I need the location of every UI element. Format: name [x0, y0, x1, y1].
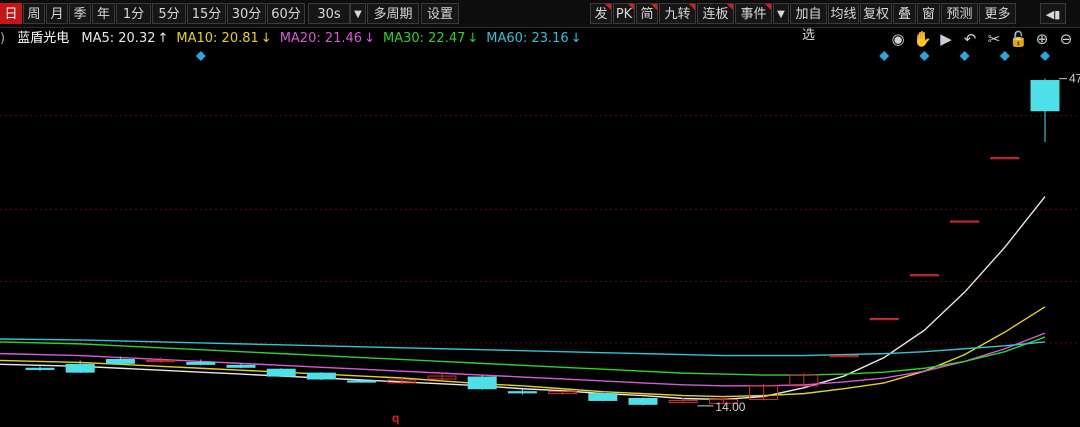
candle-body-1 [65, 363, 95, 373]
event-marker-5 [1040, 51, 1050, 61]
candle-body-11 [467, 376, 497, 390]
ma-line-ma10 [0, 306, 1046, 398]
event-marker-4 [999, 51, 1010, 61]
undo-icon[interactable]: ↶ [961, 30, 979, 48]
zoom-in-icon[interactable]: ⊕ [1033, 30, 1051, 48]
high-price-label: 47.29 [1069, 72, 1080, 86]
candle-body-12 [507, 391, 537, 394]
candle-body-23 [950, 220, 980, 223]
eye-icon[interactable]: ◉ [889, 30, 907, 48]
event-marker-0 [195, 51, 206, 61]
low-price-label: 14.00 [715, 400, 745, 414]
candle-body-21 [869, 318, 899, 321]
candle-body-4 [186, 361, 216, 365]
kline-chart[interactable]: 47.29 14.00 q [0, 0, 1080, 427]
zoom-out-icon[interactable]: ⊖ [1057, 30, 1075, 48]
event-marker-3 [959, 51, 970, 61]
candle-body-6 [266, 368, 296, 377]
candle-body-25 [1030, 80, 1060, 112]
candle-body-14 [588, 393, 618, 401]
candle-body-15 [628, 397, 658, 405]
candle-body-7 [306, 372, 336, 380]
candle-body-24 [990, 157, 1020, 160]
candle-body-0 [25, 367, 55, 370]
scissors-icon[interactable]: ✂ [985, 30, 1003, 48]
event-marker-2 [919, 51, 930, 61]
ma-line-ma20 [0, 332, 1046, 387]
candle-body-2 [105, 358, 135, 364]
candle-body-5 [226, 364, 256, 368]
candle-body-22 [909, 274, 939, 277]
event-letter-marker: q [392, 411, 399, 425]
ma-line-ma5 [0, 196, 1046, 401]
lock-icon[interactable]: 🔓 [1009, 30, 1028, 48]
candle-body-20 [829, 355, 859, 358]
play-icon[interactable]: ▶ [937, 30, 955, 48]
hand-icon[interactable]: ✋ [913, 30, 932, 48]
event-marker-1 [879, 51, 890, 61]
candle-body-8 [347, 380, 377, 383]
